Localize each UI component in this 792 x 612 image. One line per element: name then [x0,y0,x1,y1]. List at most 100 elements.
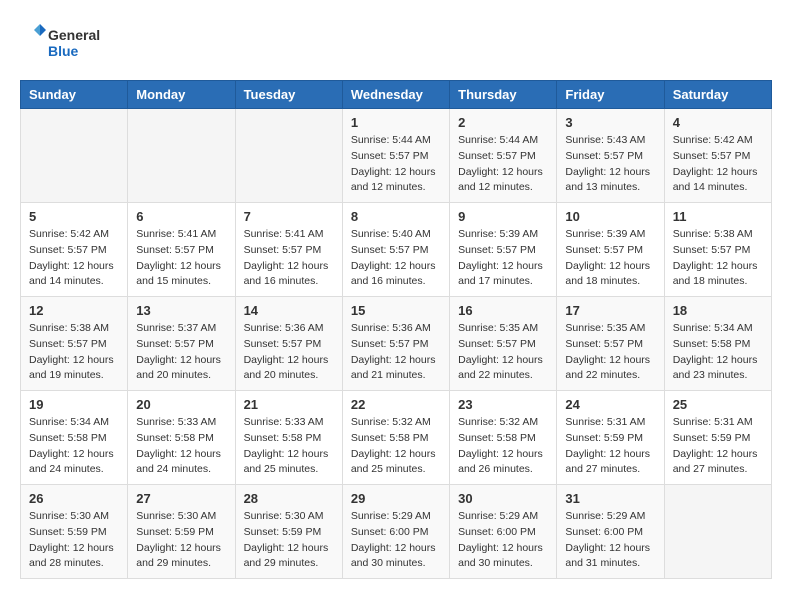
logo: General Blue [20,20,140,64]
day-info: Sunrise: 5:30 AMSunset: 5:59 PMDaylight:… [136,509,226,572]
day-number: 17 [565,303,655,318]
calendar-cell: 16Sunrise: 5:35 AMSunset: 5:57 PMDayligh… [450,297,557,391]
calendar-cell [235,109,342,203]
day-number: 3 [565,115,655,130]
calendar-cell: 18 Sunrise: 5:34 AMSunset: 5:58 PMDayligh… [664,297,771,391]
calendar-cell: 29Sunrise: 5:29 AMSunset: 6:00 PMDayligh… [342,485,449,579]
day-number: 27 [136,491,226,506]
day-info: Sunrise: 5:31 AMSunset: 5:59 PMDaylight:… [565,415,655,478]
day-number: 30 [458,491,548,506]
day-info: Sunrise: 5:42 AMSunset: 5:57 PMDaylight:… [29,227,119,290]
calendar-cell: 26Sunrise: 5:30 AMSunset: 5:59 PMDayligh… [21,485,128,579]
calendar-cell: 4 Sunrise: 5:42 AMSunset: 5:57 PMDaylight… [664,109,771,203]
day-number: 7 [244,209,334,224]
day-number: 14 [244,303,334,318]
weekday-header-thursday: Thursday [450,81,557,109]
calendar-cell: 21Sunrise: 5:33 AMSunset: 5:58 PMDayligh… [235,391,342,485]
calendar-week-3: 12 Sunrise: 5:38 AMSunset: 5:57 PMDayligh… [21,297,772,391]
weekday-header-sunday: Sunday [21,81,128,109]
calendar-cell: 5 Sunrise: 5:42 AMSunset: 5:57 PMDaylight… [21,203,128,297]
day-number: 9 [458,209,548,224]
day-number: 13 [136,303,226,318]
day-info: Sunrise: 5:41 AMSunset: 5:57 PMDaylight:… [244,227,334,290]
day-info: Sunrise: 5:36 AMSunset: 5:57 PMDaylight:… [244,321,334,384]
calendar-table: SundayMondayTuesdayWednesdayThursdayFrid… [20,80,772,579]
day-info: Sunrise: 5:39 AMSunset: 5:57 PMDaylight:… [565,227,655,290]
calendar-cell: 11Sunrise: 5:38 AMSunset: 5:57 PMDayligh… [664,203,771,297]
day-number: 2 [458,115,548,130]
day-info: Sunrise: 5:35 AMSunset: 5:57 PMDaylight:… [458,321,548,384]
weekday-header-row: SundayMondayTuesdayWednesdayThursdayFrid… [21,81,772,109]
calendar-cell: 25 Sunrise: 5:31 AMSunset: 5:59 PMDayligh… [664,391,771,485]
day-info: Sunrise: 5:42 AMSunset: 5:57 PMDaylight:… [673,133,763,196]
calendar-cell: 19 Sunrise: 5:34 AMSunset: 5:58 PMDayligh… [21,391,128,485]
day-number: 25 [673,397,763,412]
day-info: Sunrise: 5:29 AMSunset: 6:00 PMDaylight:… [458,509,548,572]
calendar-cell [664,485,771,579]
day-number: 10 [565,209,655,224]
logo-svg: General Blue [20,20,140,64]
weekday-header-friday: Friday [557,81,664,109]
calendar-cell: 10 Sunrise: 5:39 AMSunset: 5:57 PMDayligh… [557,203,664,297]
calendar-cell: 13 Sunrise: 5:37 AMSunset: 5:57 PMDayligh… [128,297,235,391]
day-info: Sunrise: 5:43 AMSunset: 5:57 PMDaylight:… [565,133,655,196]
calendar-cell: 15Sunrise: 5:36 AMSunset: 5:57 PMDayligh… [342,297,449,391]
day-info: Sunrise: 5:32 AMSunset: 5:58 PMDaylight:… [458,415,548,478]
calendar-cell [128,109,235,203]
svg-text:General: General [48,27,100,43]
day-number: 21 [244,397,334,412]
day-number: 5 [29,209,119,224]
calendar-cell: 1 Sunrise: 5:44 AMSunset: 5:57 PMDaylight… [342,109,449,203]
weekday-header-wednesday: Wednesday [342,81,449,109]
calendar-cell [21,109,128,203]
day-info: Sunrise: 5:34 AMSunset: 5:58 PMDaylight:… [673,321,763,384]
day-info: Sunrise: 5:41 AMSunset: 5:57 PMDaylight:… [136,227,226,290]
day-number: 31 [565,491,655,506]
weekday-header-tuesday: Tuesday [235,81,342,109]
calendar-cell: 17Sunrise: 5:35 AMSunset: 5:57 PMDayligh… [557,297,664,391]
day-info: Sunrise: 5:38 AMSunset: 5:57 PMDaylight:… [673,227,763,290]
calendar-cell: 23Sunrise: 5:32 AMSunset: 5:58 PMDayligh… [450,391,557,485]
day-number: 28 [244,491,334,506]
calendar-cell: 8Sunrise: 5:40 AMSunset: 5:57 PMDaylight… [342,203,449,297]
day-info: Sunrise: 5:44 AMSunset: 5:57 PMDaylight:… [351,133,441,196]
calendar-cell: 30 Sunrise: 5:29 AMSunset: 6:00 PMDayligh… [450,485,557,579]
calendar-cell: 9 Sunrise: 5:39 AMSunset: 5:57 PMDaylight… [450,203,557,297]
calendar-cell: 3 Sunrise: 5:43 AMSunset: 5:57 PMDaylight… [557,109,664,203]
day-info: Sunrise: 5:39 AMSunset: 5:57 PMDaylight:… [458,227,548,290]
day-number: 19 [29,397,119,412]
weekday-header-saturday: Saturday [664,81,771,109]
day-info: Sunrise: 5:29 AMSunset: 6:00 PMDaylight:… [565,509,655,572]
day-info: Sunrise: 5:38 AMSunset: 5:57 PMDaylight:… [29,321,119,384]
day-number: 6 [136,209,226,224]
calendar-cell: 27 Sunrise: 5:30 AMSunset: 5:59 PMDayligh… [128,485,235,579]
calendar-cell: 31 Sunrise: 5:29 AMSunset: 6:00 PMDayligh… [557,485,664,579]
day-number: 1 [351,115,441,130]
calendar-week-1: 1 Sunrise: 5:44 AMSunset: 5:57 PMDaylight… [21,109,772,203]
day-info: Sunrise: 5:32 AMSunset: 5:58 PMDaylight:… [351,415,441,478]
day-info: Sunrise: 5:44 AMSunset: 5:57 PMDaylight:… [458,133,548,196]
day-number: 12 [29,303,119,318]
calendar-cell: 20Sunrise: 5:33 AMSunset: 5:58 PMDayligh… [128,391,235,485]
day-info: Sunrise: 5:37 AMSunset: 5:57 PMDaylight:… [136,321,226,384]
day-number: 8 [351,209,441,224]
day-number: 22 [351,397,441,412]
calendar-cell: 12 Sunrise: 5:38 AMSunset: 5:57 PMDayligh… [21,297,128,391]
day-info: Sunrise: 5:29 AMSunset: 6:00 PMDaylight:… [351,509,441,572]
day-info: Sunrise: 5:30 AMSunset: 5:59 PMDaylight:… [244,509,334,572]
calendar-cell: 22 Sunrise: 5:32 AMSunset: 5:58 PMDayligh… [342,391,449,485]
calendar-week-5: 26Sunrise: 5:30 AMSunset: 5:59 PMDayligh… [21,485,772,579]
page-header: General Blue [20,20,772,64]
day-info: Sunrise: 5:34 AMSunset: 5:58 PMDaylight:… [29,415,119,478]
day-info: Sunrise: 5:31 AMSunset: 5:59 PMDaylight:… [673,415,763,478]
calendar-cell: 24Sunrise: 5:31 AMSunset: 5:59 PMDayligh… [557,391,664,485]
calendar-cell: 2 Sunrise: 5:44 AMSunset: 5:57 PMDaylight… [450,109,557,203]
day-info: Sunrise: 5:30 AMSunset: 5:59 PMDaylight:… [29,509,119,572]
calendar-week-4: 19 Sunrise: 5:34 AMSunset: 5:58 PMDayligh… [21,391,772,485]
weekday-header-monday: Monday [128,81,235,109]
day-info: Sunrise: 5:33 AMSunset: 5:58 PMDaylight:… [136,415,226,478]
day-number: 18 [673,303,763,318]
calendar-cell: 7 Sunrise: 5:41 AMSunset: 5:57 PMDaylight… [235,203,342,297]
day-number: 4 [673,115,763,130]
calendar-cell: 28 Sunrise: 5:30 AMSunset: 5:59 PMDayligh… [235,485,342,579]
